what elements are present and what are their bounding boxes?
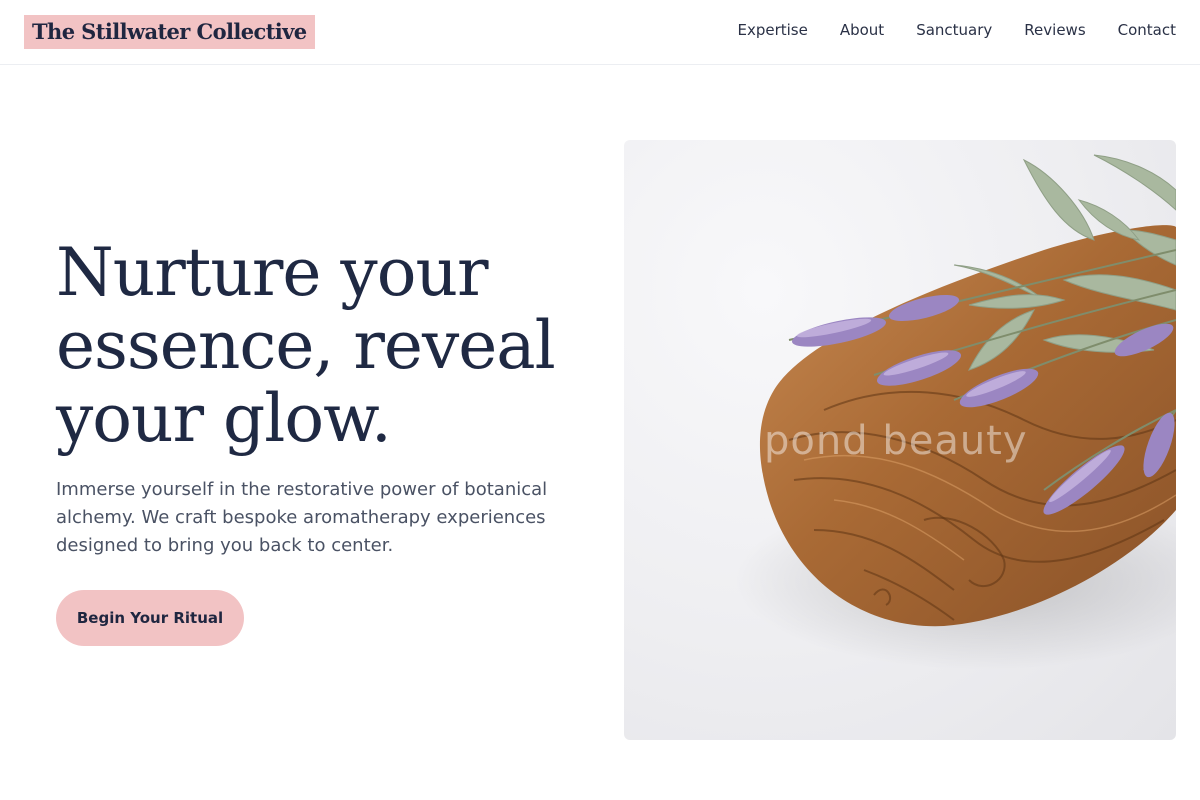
image-watermark: pond beauty [764,418,1028,464]
hero-description: Immerse yourself in the restorative powe… [56,479,548,556]
nav-link-reviews[interactable]: Reviews [1024,20,1085,40]
nav-link-sanctuary[interactable]: Sanctuary [916,20,992,40]
main-nav: Expertise About Sanctuary Reviews Contac… [705,20,1176,40]
nav-link-contact[interactable]: Contact [1118,20,1176,40]
hero-title: Nurture your essence, reveal your glow. [56,234,556,457]
site-header: The Stillwater Collective Expertise Abou… [0,0,1200,65]
nav-link-expertise[interactable]: Expertise [737,20,807,40]
begin-ritual-button[interactable]: Begin Your Ritual [56,590,244,646]
nav-link-about[interactable]: About [840,20,884,40]
hero-image: pond beauty [624,140,1176,740]
brand-logo[interactable]: The Stillwater Collective [24,15,315,49]
